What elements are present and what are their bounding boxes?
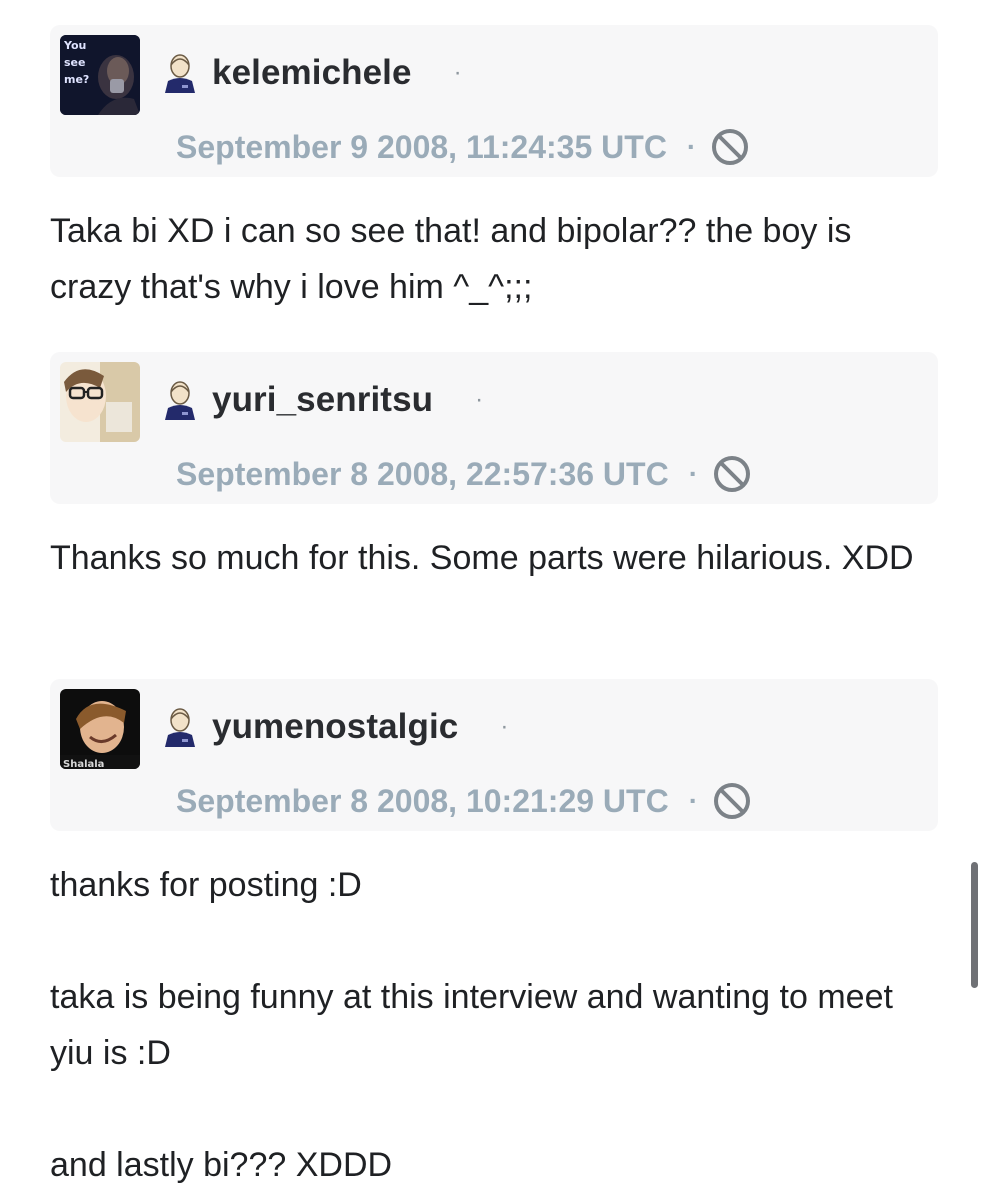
avatar-image: [60, 362, 140, 442]
avatar-image: You see me?: [60, 35, 140, 115]
date-line: September 8 2008, 22:57:36 UTC ·: [176, 452, 752, 496]
svg-text:see: see: [64, 56, 85, 69]
user-icon: [165, 381, 195, 420]
author-line: kelemichele ·: [162, 51, 462, 95]
separator-dot: ·: [688, 458, 699, 489]
scrollbar[interactable]: [971, 862, 978, 988]
comment-timestamp[interactable]: September 8 2008, 22:57:36 UTC: [176, 456, 669, 493]
user-icon: [165, 708, 195, 747]
user-icon: [165, 54, 195, 93]
comment-paragraph: Taka bi XD i can so see that! and bipola…: [50, 212, 852, 306]
more-dot-icon[interactable]: ·: [454, 61, 462, 85]
block-icon[interactable]: [710, 127, 750, 167]
comment-body: Taka bi XD i can so see that! and bipola…: [50, 203, 930, 315]
more-dot-icon[interactable]: ·: [475, 388, 483, 412]
date-line: September 9 2008, 11:24:35 UTC ·: [176, 125, 750, 169]
avatar[interactable]: [60, 362, 140, 442]
more-dot-icon[interactable]: ·: [500, 715, 508, 739]
block-icon[interactable]: [712, 454, 752, 494]
comment-paragraph: and lastly bi??? XDDD: [50, 1146, 393, 1184]
comment-header: Shalala yumenostalgic · September 8 2008…: [50, 679, 938, 831]
author-line: yuri_senritsu ·: [162, 378, 483, 422]
username-link[interactable]: kelemichele: [212, 53, 412, 93]
comment-paragraph: taka is being funny at this interview an…: [50, 978, 893, 1072]
comment-header: You see me? kelemichele · September 9 20…: [50, 25, 938, 177]
separator-dot: ·: [688, 785, 699, 816]
username-link[interactable]: yumenostalgic: [212, 707, 458, 747]
comment-body: Thanks so much for this. Some parts were…: [50, 530, 930, 586]
author-line: yumenostalgic ·: [162, 705, 508, 749]
comment-paragraph: Thanks so much for this. Some parts were…: [50, 539, 914, 577]
svg-text:You: You: [63, 39, 86, 52]
separator-dot: ·: [686, 131, 697, 162]
username-link[interactable]: yuri_senritsu: [212, 380, 433, 420]
svg-text:Shalala: Shalala: [63, 759, 104, 769]
svg-text:me?: me?: [64, 73, 89, 86]
date-line: September 8 2008, 10:21:29 UTC ·: [176, 779, 752, 823]
avatar[interactable]: You see me?: [60, 35, 140, 115]
avatar[interactable]: Shalala: [60, 689, 140, 769]
comment-timestamp[interactable]: September 8 2008, 10:21:29 UTC: [176, 783, 669, 820]
block-icon[interactable]: [712, 781, 752, 821]
avatar-image: Shalala: [60, 689, 140, 769]
comment-body: thanks for posting :D taka is being funn…: [50, 857, 930, 1193]
comment-paragraph: thanks for posting :D: [50, 866, 362, 904]
comment-header: yuri_senritsu · September 8 2008, 22:57:…: [50, 352, 938, 504]
comment-timestamp[interactable]: September 9 2008, 11:24:35 UTC: [176, 129, 667, 166]
